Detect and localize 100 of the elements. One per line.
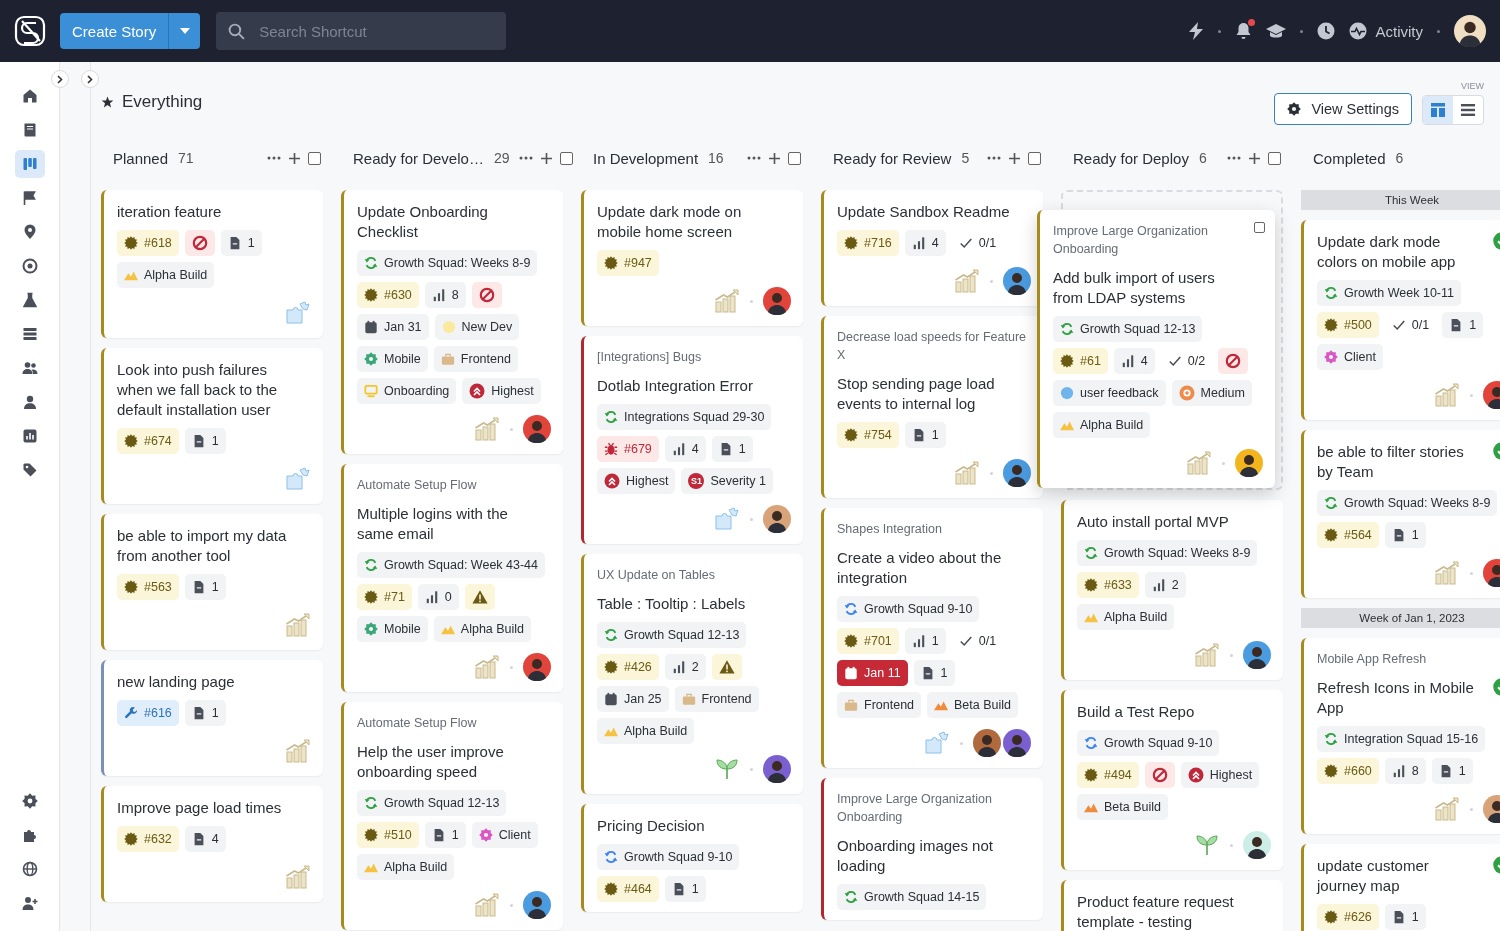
more-icon[interactable] [519, 156, 534, 160]
add-icon[interactable] [769, 152, 780, 164]
add-icon[interactable] [541, 152, 553, 164]
avatar[interactable] [523, 891, 551, 919]
avatar[interactable] [1003, 729, 1031, 757]
group-heading: Week of Jan 1, 2023 [1301, 608, 1500, 628]
avatar[interactable] [973, 729, 1001, 757]
story-card[interactable]: new landing page #616 1 [101, 660, 323, 776]
story-card[interactable]: UX Update on Tables Table : Tooltip : Labels Growth Squad 12-13 #426 2 Jan 25 Frontend Alpha Build [581, 554, 803, 794]
story-card[interactable]: Update dark mode colors on mobile app Growth Week 10-11 #500 0/1 1 Client [1301, 220, 1500, 420]
priority-name: Highest [491, 384, 534, 398]
story-card[interactable]: [Integrations] Bugs Dotlab Integration Error Integrations Squad 29-30 #679 4 1 Highest S1 Severity 1 [581, 336, 803, 544]
select-checkbox[interactable] [560, 151, 574, 165]
separator-dot [510, 665, 513, 669]
clock-icon[interactable] [1317, 22, 1336, 40]
add-icon[interactable] [289, 152, 300, 164]
avatar[interactable] [523, 653, 551, 681]
story-card[interactable]: Pricing Decision Growth Squad 9-10 #464 1 [581, 804, 803, 912]
story-card[interactable]: be able to filter stories by Team Growth Squad: Weeks 8-9 #564 1 [1301, 430, 1500, 598]
avatar[interactable] [763, 287, 791, 315]
add-icon[interactable] [1249, 152, 1260, 164]
add-icon[interactable] [1009, 152, 1020, 164]
story-id: #563 [144, 580, 172, 594]
estimate-value: 2 [691, 660, 699, 674]
bell-icon[interactable] [1235, 22, 1253, 40]
bolt-icon[interactable] [1188, 22, 1205, 40]
story-card[interactable]: Product feature request template - testing [1061, 880, 1283, 931]
logo-icon[interactable] [14, 15, 46, 47]
separator-dot [990, 279, 993, 283]
more-icon[interactable] [987, 156, 1001, 160]
view-toggle[interactable] [1423, 96, 1453, 124]
puzzle-icon [285, 301, 311, 325]
avatar[interactable] [1243, 831, 1271, 859]
avatar[interactable] [1003, 267, 1031, 295]
avatar[interactable] [1454, 15, 1486, 47]
story-card[interactable]: Improve Large Organization Onboarding Add bulk import of users from LDAP systems Growth Squad 12-13 #61 4 0/2 user feedback Medium Alpha Build [1037, 210, 1275, 488]
search-input[interactable]: Search Shortcut [257, 21, 495, 41]
pulse-icon [1349, 22, 1368, 40]
story-card[interactable]: update customer journey map #626 1 [1301, 844, 1500, 931]
story-card[interactable]: Automate Setup Flow Help the user improve onboarding speed Growth Squad 12-13 #510 1 Client Alpha Build [341, 702, 563, 930]
board-icon [21, 156, 38, 172]
separator-dot [960, 741, 963, 745]
badge-icon [604, 256, 618, 270]
avatar[interactable] [523, 415, 551, 443]
iteration-name: Integration Squad 15-16 [1344, 732, 1479, 746]
avatar[interactable] [1235, 449, 1263, 477]
story-card[interactable]: iteration feature #618 1 Alpha Build [101, 190, 323, 338]
board-icon [1431, 103, 1445, 117]
view-label: VIEW [1461, 81, 1484, 91]
select-checkbox[interactable] [1268, 151, 1281, 165]
story-card[interactable]: be able to import my data from another tool #563 1 [101, 514, 323, 650]
select-checkbox[interactable] [308, 151, 321, 165]
avatar[interactable] [1003, 459, 1031, 487]
priority-name: Highest [626, 474, 669, 488]
story-card[interactable]: Decrease load speeds for Feature X Stop sending page load events to internal log #754 1 [821, 316, 1043, 498]
check-icon [1391, 318, 1406, 332]
label-name: Onboarding [384, 384, 450, 398]
list-icon [1461, 104, 1475, 116]
separator-dot [1230, 843, 1233, 847]
story-card[interactable]: Automate Setup Flow Multiple logins with the same email Growth Squad: Week 43-44 #71 0 Mobile Alpha Build [341, 464, 563, 692]
search-bar[interactable]: Search Shortcut [216, 12, 507, 50]
story-card[interactable]: Update Sandbox Readme #716 4 0/1 [821, 190, 1043, 306]
priority-name: Medium [1200, 386, 1245, 400]
select-checkbox[interactable] [1254, 222, 1265, 233]
graduation-cap-icon[interactable] [1266, 23, 1287, 39]
home-icon [21, 88, 38, 104]
more-icon[interactable] [267, 156, 281, 160]
badge-icon [124, 832, 138, 846]
growth-chart-icon [285, 865, 311, 889]
person-icon [21, 394, 38, 410]
story-card[interactable]: Look into push failures when we fall back to the default installation user #674 1 [101, 348, 323, 504]
estimate-value: 4 [691, 442, 699, 456]
view-settings-button[interactable]: View Settings [1274, 93, 1412, 125]
bars-icon [1120, 354, 1135, 368]
document-count: 4 [211, 832, 219, 846]
story-title: be able to import my data from another tool [117, 526, 288, 566]
avatar[interactable] [763, 505, 791, 533]
avatar[interactable] [1243, 641, 1271, 669]
select-checkbox[interactable] [788, 151, 801, 165]
avatar[interactable] [763, 755, 791, 783]
activity-button[interactable]: Activity [1349, 22, 1423, 40]
story-card[interactable]: Update dark mode on mobile home screen #947 [581, 190, 803, 326]
story-card[interactable]: Update Onboarding Checklist Growth Squad: Weeks 8-9 #630 8 Jan 31 New Dev Mobile Frontend Onboarding Highest [341, 190, 563, 454]
estimate-value: 2 [1171, 578, 1179, 592]
more-icon[interactable] [747, 156, 761, 160]
epic-name: UX Update on Tables [597, 567, 716, 584]
column-title: Planned [113, 149, 169, 167]
star-icon [101, 95, 114, 109]
story-card[interactable]: Auto install portal MVP Growth Squad: Weeks 8-9 #633 2 Alpha Build [1061, 500, 1283, 680]
story-card[interactable]: Improve page load times #632 4 [101, 786, 323, 902]
sidebar-item[interactable] [14, 150, 45, 178]
story-card[interactable]: Build a Test Repo Growth Squad 9-10 #494 Highest Beta Build [1061, 690, 1283, 870]
select-checkbox[interactable] [1028, 151, 1041, 165]
more-icon[interactable] [1227, 156, 1241, 160]
create-menu-button[interactable] [168, 13, 201, 49]
story-card[interactable]: Mobile App Refresh Refresh Icons in Mobile App Integration Squad 15-16 #660 8 1 [1301, 638, 1500, 834]
story-card[interactable]: Improve Large Organization Onboarding Onboarding images not loading Growth Squad 14-15 [821, 778, 1043, 920]
story-id: #679 [624, 442, 652, 456]
column-title: Ready for Deploy [1073, 149, 1189, 167]
story-card[interactable]: Shapes Integration Create a video about the integration Growth Squad 9-10 #701 1 0/1 Jan 11 1 Frontend Beta Build [821, 508, 1043, 768]
